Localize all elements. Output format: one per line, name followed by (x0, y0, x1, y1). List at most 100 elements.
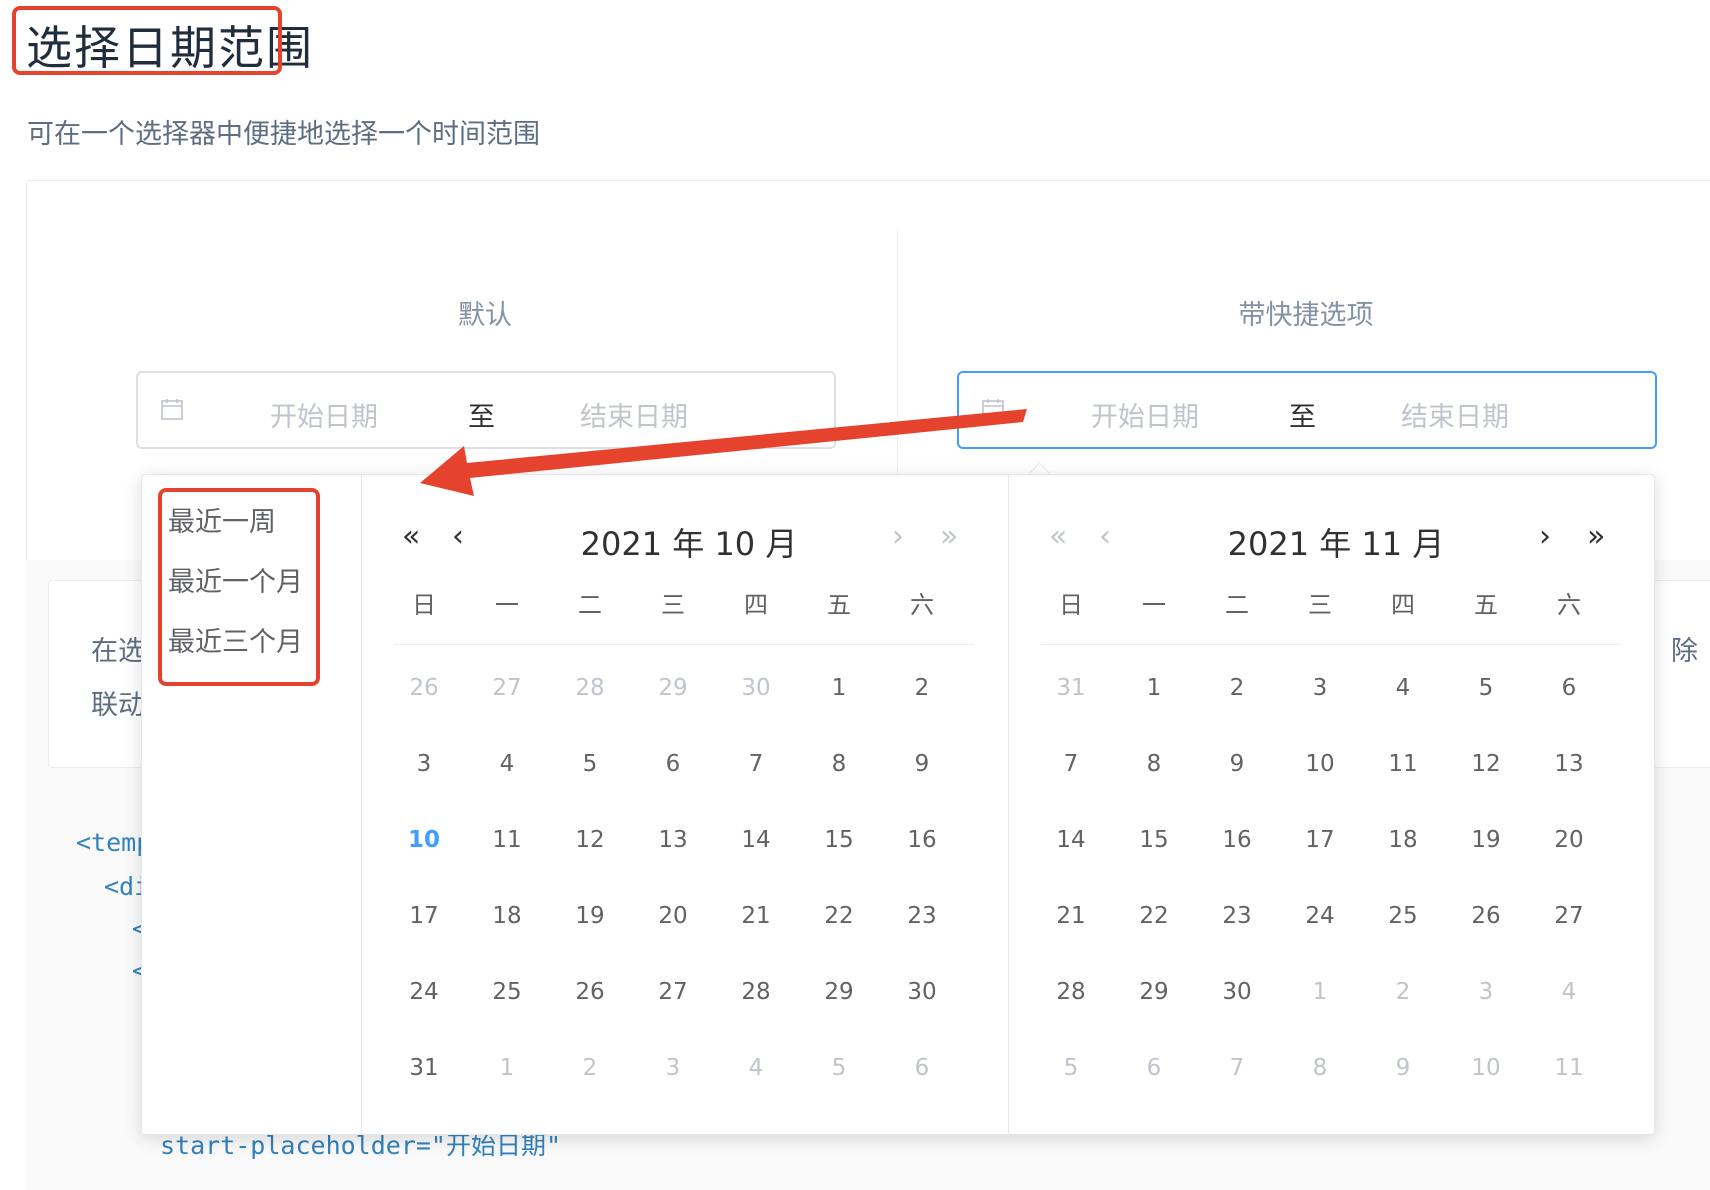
day-cell[interactable]: 4 (726, 1055, 786, 1081)
day-cell[interactable]: 14 (726, 827, 786, 853)
day-cell[interactable]: 28 (726, 979, 786, 1005)
day-cell[interactable]: 13 (643, 827, 703, 853)
day-cell[interactable]: 12 (1456, 751, 1516, 777)
day-cell[interactable]: 2 (892, 675, 952, 701)
day-cell[interactable]: 4 (1373, 675, 1433, 701)
day-cell[interactable]: 27 (643, 979, 703, 1005)
day-cell[interactable]: 7 (1207, 1055, 1267, 1081)
day-cell[interactable]: 3 (1290, 675, 1350, 701)
date-range-input-default[interactable]: 开始日期 至 结束日期 (136, 371, 836, 449)
day-cell[interactable]: 18 (477, 903, 537, 929)
day-cell[interactable]: 7 (1041, 751, 1101, 777)
day-cell[interactable]: 29 (809, 979, 869, 1005)
weekday-label: 六 (910, 591, 934, 619)
day-cell[interactable]: 17 (1290, 827, 1350, 853)
day-cell[interactable]: 12 (560, 827, 620, 853)
day-cell[interactable]: 6 (1539, 675, 1599, 701)
day-cell[interactable]: 6 (892, 1055, 952, 1081)
day-cell[interactable]: 27 (1539, 903, 1599, 929)
day-cell[interactable]: 30 (1207, 979, 1267, 1005)
day-cell[interactable]: 16 (1207, 827, 1267, 853)
day-cell[interactable]: 10 (1290, 751, 1350, 777)
day-cell[interactable]: 1 (477, 1055, 537, 1081)
day-cell[interactable]: 16 (892, 827, 952, 853)
day-cell[interactable]: 3 (643, 1055, 703, 1081)
next-year-icon[interactable]: » (1587, 519, 1605, 554)
day-cell[interactable]: 9 (1207, 751, 1267, 777)
day-cell[interactable]: 5 (560, 751, 620, 777)
day-cell[interactable]: 5 (1041, 1055, 1101, 1081)
day-cell[interactable]: 15 (1124, 827, 1184, 853)
day-cell[interactable]: 20 (1539, 827, 1599, 853)
day-cell[interactable]: 30 (892, 979, 952, 1005)
day-cell[interactable]: 14 (1041, 827, 1101, 853)
day-cell[interactable]: 5 (1456, 675, 1516, 701)
day-cell[interactable]: 23 (1207, 903, 1267, 929)
day-cell[interactable]: 21 (726, 903, 786, 929)
day-cell[interactable]: 1 (1290, 979, 1350, 1005)
day-cell[interactable]: 25 (1373, 903, 1433, 929)
day-cell[interactable]: 2 (1373, 979, 1433, 1005)
day-cell[interactable]: 2 (1207, 675, 1267, 701)
day-cell[interactable]: 13 (1539, 751, 1599, 777)
end-date-field[interactable]: 结束日期 (1401, 395, 1509, 434)
day-cell[interactable]: 18 (1373, 827, 1433, 853)
day-cell[interactable]: 4 (1539, 979, 1599, 1005)
day-cell[interactable]: 10 (1456, 1055, 1516, 1081)
day-cell[interactable]: 27 (477, 675, 537, 701)
day-cell[interactable]: 4 (477, 751, 537, 777)
next-month-icon[interactable]: › (1539, 519, 1551, 554)
day-cell[interactable]: 21 (1041, 903, 1101, 929)
day-cell[interactable]: 8 (809, 751, 869, 777)
day-cell[interactable]: 23 (892, 903, 952, 929)
title-highlight-box (12, 6, 282, 75)
day-cell[interactable]: 15 (809, 827, 869, 853)
day-cell[interactable]: 9 (892, 751, 952, 777)
day-cell[interactable]: 7 (726, 751, 786, 777)
day-cell[interactable]: 1 (809, 675, 869, 701)
next-year-icon[interactable]: » (940, 519, 958, 554)
start-date-field[interactable]: 开始日期 (270, 395, 378, 434)
day-cell[interactable]: 28 (1041, 979, 1101, 1005)
day-cell[interactable]: 19 (560, 903, 620, 929)
day-cell[interactable]: 8 (1290, 1055, 1350, 1081)
day-cell[interactable]: 22 (809, 903, 869, 929)
day-cell[interactable]: 24 (394, 979, 454, 1005)
day-cell[interactable]: 11 (1539, 1055, 1599, 1081)
day-cell[interactable]: 6 (643, 751, 703, 777)
day-cell[interactable]: 30 (726, 675, 786, 701)
day-cell[interactable]: 17 (394, 903, 454, 929)
day-cell[interactable]: 11 (477, 827, 537, 853)
day-cell[interactable]: 5 (809, 1055, 869, 1081)
day-cell[interactable]: 31 (394, 1055, 454, 1081)
day-cell[interactable]: 6 (1124, 1055, 1184, 1081)
day-cell[interactable]: 25 (477, 979, 537, 1005)
day-cell[interactable]: 1 (1124, 675, 1184, 701)
day-cell[interactable]: 31 (1041, 675, 1101, 701)
day-cell[interactable]: 9 (1373, 1055, 1433, 1081)
day-cell[interactable]: 3 (394, 751, 454, 777)
day-cell[interactable]: 2 (560, 1055, 620, 1081)
end-date-field[interactable]: 结束日期 (580, 395, 688, 434)
start-date-field[interactable]: 开始日期 (1091, 395, 1199, 434)
day-cell[interactable]: 29 (1124, 979, 1184, 1005)
day-cell[interactable]: 20 (643, 903, 703, 929)
day-cell[interactable]: 29 (643, 675, 703, 701)
next-month-icon[interactable]: › (892, 519, 904, 554)
range-separator: 至 (1289, 402, 1316, 433)
day-cell[interactable]: 22 (1124, 903, 1184, 929)
weekday-label: 四 (1391, 591, 1415, 619)
calendar-icon (982, 399, 1004, 420)
day-cell[interactable]: 24 (1290, 903, 1350, 929)
day-cell[interactable]: 28 (560, 675, 620, 701)
day-cell[interactable]: 3 (1456, 979, 1516, 1005)
day-cell[interactable]: 19 (1456, 827, 1516, 853)
day-cell[interactable]: 26 (1456, 903, 1516, 929)
day-cell[interactable]: 11 (1373, 751, 1433, 777)
day-cell[interactable]: 26 (394, 675, 454, 701)
day-cell[interactable]: 26 (560, 979, 620, 1005)
date-range-picker-popup: 最近一周 最近一个月 最近三个月 « ‹ 2021 年 10 月 › » 日一二… (141, 474, 1655, 1135)
day-cell-today[interactable]: 10 (394, 827, 454, 853)
day-cell[interactable]: 8 (1124, 751, 1184, 777)
date-range-input-shortcut[interactable]: 开始日期 至 结束日期 (957, 371, 1657, 449)
